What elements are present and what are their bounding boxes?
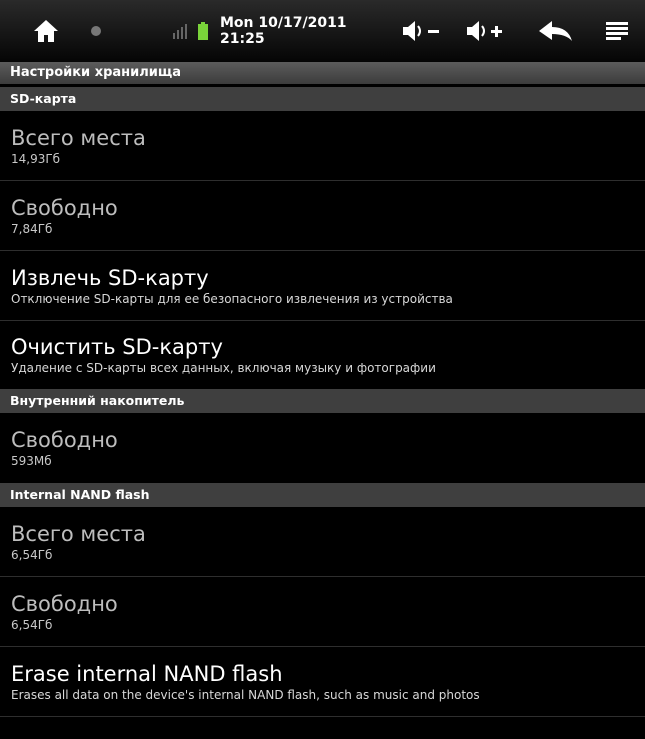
page-title: Настройки хранилища (0, 62, 645, 84)
category-internal-nand: Internal NAND flash (0, 483, 645, 507)
item-value: 14,93Гб (11, 151, 61, 166)
home-icon[interactable] (28, 0, 64, 62)
signal-icon (172, 0, 188, 62)
volume-down-icon[interactable] (400, 0, 442, 62)
settings-list: SD-карта Всего места 14,93Гб Свободно 7,… (0, 87, 645, 717)
internal-free-space-item: Свободно 593Мб (0, 413, 645, 483)
sd-free-space-item: Свободно 7,84Гб (0, 181, 645, 251)
item-value: 7,84Гб (11, 221, 53, 236)
category-sd-card: SD-карта (0, 87, 645, 111)
item-title: Извлечь SD-карту (11, 265, 209, 290)
item-title: Очистить SD-карту (11, 335, 223, 359)
item-title: Свободно (11, 428, 118, 452)
sd-total-space-item: Всего места 14,93Гб (0, 111, 645, 181)
format-sd-card-item[interactable]: Очистить SD-карту Удаление с SD-карты вс… (0, 321, 645, 389)
nand-free-space-item: Свободно 6,54Гб (0, 577, 645, 647)
item-title: Всего места (11, 125, 146, 150)
datetime-label: Mon 10/17/2011 21:25 (220, 15, 347, 47)
item-summary: Erases all data on the device's internal… (11, 687, 480, 702)
item-value: 593Мб (11, 454, 52, 468)
back-icon[interactable] (536, 0, 576, 62)
category-internal-storage: Внутренний накопитель (0, 389, 645, 413)
battery-icon (196, 0, 210, 62)
unmount-sd-card-item[interactable]: Извлечь SD-карту Отключение SD-карты для… (0, 251, 645, 321)
circle-icon (86, 0, 106, 62)
nand-total-space-item: Всего места 6,54Гб (0, 507, 645, 577)
status-bar: Mon 10/17/2011 21:25 (0, 0, 645, 63)
item-summary: Отключение SD-карты для ее безопасного и… (11, 291, 453, 306)
item-title: Свободно (11, 591, 118, 616)
volume-up-icon[interactable] (464, 0, 506, 62)
menu-icon[interactable] (604, 0, 630, 62)
erase-nand-flash-item[interactable]: Erase internal NAND flash Erases all dat… (0, 647, 645, 717)
item-title: Свободно (11, 195, 118, 220)
item-value: 6,54Гб (11, 617, 53, 632)
item-title: Всего места (11, 521, 146, 546)
item-value: 6,54Гб (11, 547, 53, 562)
item-summary: Удаление с SD-карты всех данных, включая… (11, 361, 436, 375)
item-title: Erase internal NAND flash (11, 661, 283, 686)
